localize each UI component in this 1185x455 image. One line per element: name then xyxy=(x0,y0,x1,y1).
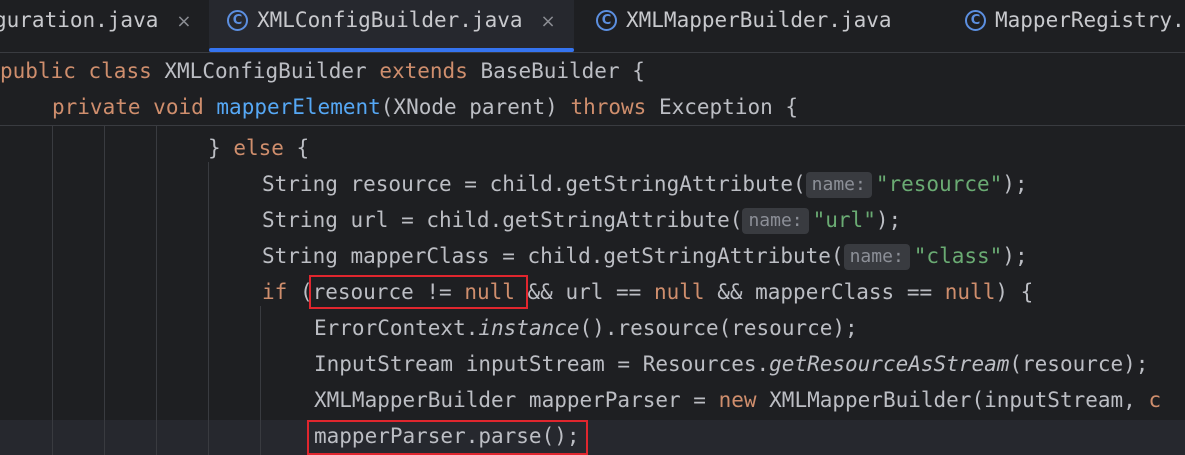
class-icon: C xyxy=(227,10,248,31)
class-icon: C xyxy=(596,10,617,31)
highlight-box-parse-call xyxy=(307,420,588,455)
tab-label: XMLMapperBuilder.java xyxy=(626,8,892,32)
indent-guide xyxy=(104,126,105,455)
code-line-mapperparser-new[interactable]: XMLMapperBuilder mapperParser = new XMLM… xyxy=(314,382,1161,418)
keyword: public xyxy=(0,59,76,83)
parameter-hint: name: xyxy=(742,208,809,234)
parameter-hint: name: xyxy=(843,244,910,270)
tab-label: XMLConfigBuilder.java xyxy=(257,8,523,32)
keyword: throws xyxy=(570,95,647,119)
editor-tab-bar: guration.java × C XMLConfigBuilder.java × C… xyxy=(0,0,1185,53)
sticky-scroll-header: public class XMLConfigBuilder extends Ba… xyxy=(0,53,1185,126)
sticky-line-method-declaration[interactable]: private void mapperElement(XNode parent)… xyxy=(52,89,798,125)
code-line-url[interactable]: String url = child.getStringAttribute(na… xyxy=(262,202,901,238)
class-icon: C xyxy=(965,10,986,31)
indent-guide xyxy=(52,126,53,455)
parameter-hint: name: xyxy=(805,172,872,198)
highlight-box-resource-not-null xyxy=(309,275,528,309)
exception-type: Exception { xyxy=(658,95,799,119)
keyword: else xyxy=(233,136,284,160)
tab-xmlmapperbuilder-java[interactable]: C XMLMapperBuilder.java xyxy=(596,0,892,52)
active-tab-indicator xyxy=(209,48,574,52)
code-line-mapperclass[interactable]: String mapperClass = child.getStringAttr… xyxy=(262,238,1028,274)
code-line-resource[interactable]: String resource = child.getStringAttribu… xyxy=(262,166,1028,202)
keyword: void xyxy=(153,95,204,119)
tab-mapperregistry[interactable]: C MapperRegistry. xyxy=(965,0,1185,52)
keyword: extends xyxy=(379,59,468,83)
keyword: if xyxy=(262,280,288,304)
method-name: mapperElement xyxy=(216,95,381,119)
tab-configuration-java[interactable]: guration.java × xyxy=(0,0,191,52)
indent-guide xyxy=(260,306,261,455)
tab-label: guration.java xyxy=(0,8,159,32)
indent-guide xyxy=(208,162,209,455)
keyword: class xyxy=(88,59,152,83)
class-name: XMLConfigBuilder xyxy=(164,59,367,83)
code-line-inputstream[interactable]: InputStream inputStream = Resources.getR… xyxy=(314,346,1148,382)
brace: { xyxy=(632,59,645,83)
tab-label: MapperRegistry. xyxy=(995,8,1185,32)
tab-xmlconfigbuilder-java[interactable]: C XMLConfigBuilder.java × xyxy=(209,0,574,52)
code-editor[interactable]: } else { String resource = child.getStri… xyxy=(0,126,1185,455)
sticky-line-class-declaration[interactable]: public class XMLConfigBuilder extends Ba… xyxy=(0,53,645,89)
close-icon[interactable]: × xyxy=(176,11,191,32)
current-line-highlight xyxy=(0,420,1185,455)
code-line-else[interactable]: } else { xyxy=(208,130,309,166)
indent-guide xyxy=(156,126,157,455)
method-params: (XNode parent) xyxy=(380,95,558,119)
close-icon[interactable]: × xyxy=(541,11,556,32)
keyword: private xyxy=(52,95,141,119)
code-line-errorcontext[interactable]: ErrorContext.instance().resource(resourc… xyxy=(314,310,858,346)
base-class-name: BaseBuilder xyxy=(480,59,620,83)
